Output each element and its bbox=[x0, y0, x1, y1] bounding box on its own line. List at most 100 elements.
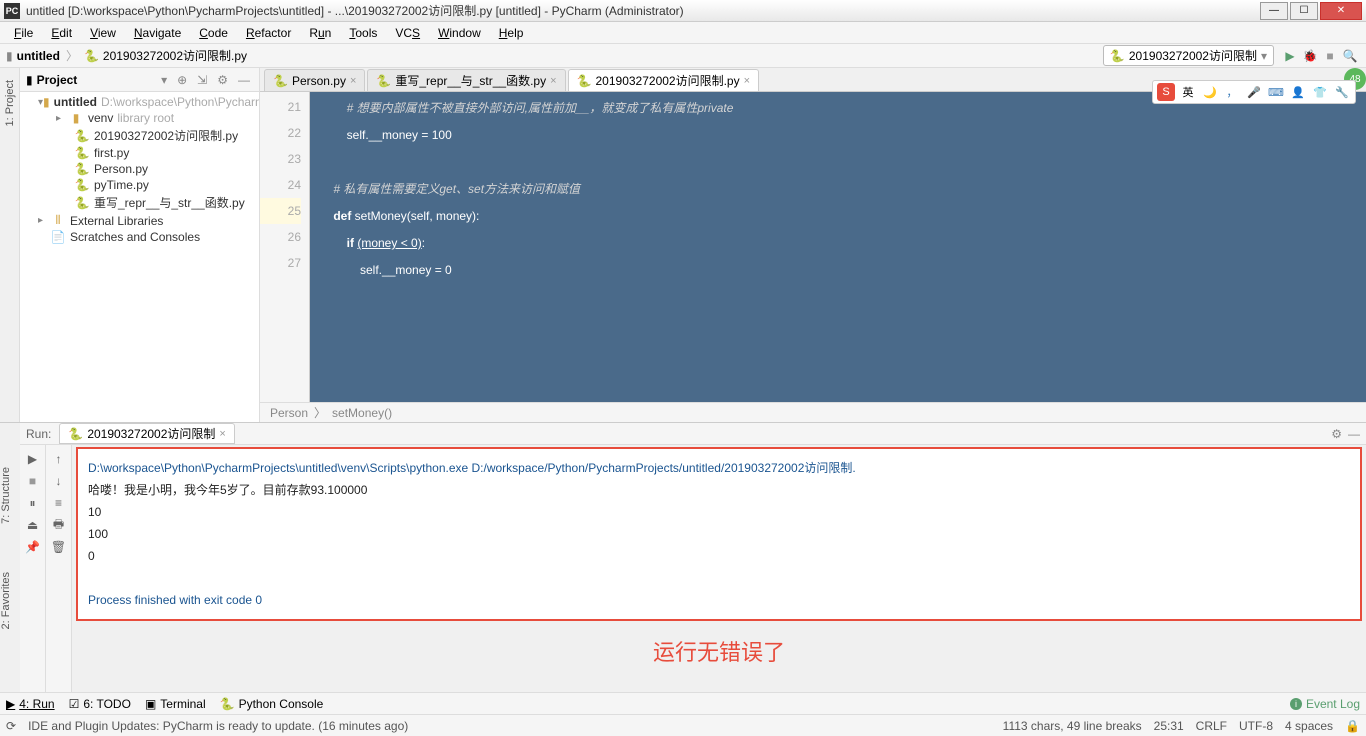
status-line-sep[interactable]: CRLF bbox=[1196, 719, 1227, 733]
console-line: 100 bbox=[88, 523, 1350, 545]
ime-mic-icon[interactable]: 🎤 bbox=[1245, 83, 1263, 101]
debug-button[interactable]: 🐞 bbox=[1300, 46, 1320, 66]
menu-tools[interactable]: Tools bbox=[341, 24, 385, 42]
hide-icon[interactable]: — bbox=[235, 73, 253, 87]
close-icon[interactable]: × bbox=[550, 75, 556, 87]
ime-tool-icon[interactable]: 🔧 bbox=[1333, 83, 1351, 101]
breadcrumb-item[interactable]: setMoney() bbox=[332, 406, 392, 420]
status-encoding[interactable]: UTF-8 bbox=[1239, 719, 1273, 733]
nav-project[interactable]: untitled bbox=[17, 49, 60, 63]
ime-lang[interactable]: 英 bbox=[1179, 83, 1197, 101]
rail-structure[interactable]: 7: Structure bbox=[0, 463, 12, 528]
tree-scratches[interactable]: 📄 Scratches and Consoles bbox=[20, 229, 259, 245]
wrap-button[interactable]: ≡ bbox=[49, 493, 69, 513]
tab-todo[interactable]: ☑6: TODO bbox=[69, 697, 131, 711]
nav-file[interactable]: 201903272002访问限制.py bbox=[103, 47, 247, 64]
ime-toolbar[interactable]: S 英 🌙 ， 🎤 ⌨ 👤 👕 🔧 bbox=[1152, 80, 1356, 104]
status-update-icon[interactable]: ⟳ bbox=[6, 719, 16, 733]
print-button[interactable]: 🖶 bbox=[49, 515, 69, 535]
tab-terminal[interactable]: ▣Terminal bbox=[145, 697, 206, 711]
folder-icon: ▮ bbox=[68, 111, 84, 125]
event-log[interactable]: iEvent Log bbox=[1290, 697, 1360, 711]
ime-shirt-icon[interactable]: 👕 bbox=[1311, 83, 1329, 101]
scratch-icon: 📄 bbox=[50, 230, 66, 244]
stop-button[interactable]: ■ bbox=[23, 471, 43, 491]
console-output[interactable]: D:\workspace\Python\PycharmProjects\unti… bbox=[76, 447, 1362, 621]
tab-python-console[interactable]: 🐍Python Console bbox=[220, 697, 324, 711]
hide-icon[interactable]: — bbox=[1348, 427, 1360, 441]
python-file-icon: 🐍 bbox=[376, 74, 391, 88]
collapse-icon[interactable]: ⇲ bbox=[194, 73, 210, 87]
gear-icon[interactable]: ⚙ bbox=[214, 73, 231, 87]
status-lock-icon[interactable]: 🔒 bbox=[1345, 719, 1360, 733]
ime-moon-icon[interactable]: 🌙 bbox=[1201, 83, 1219, 101]
tree-venv[interactable]: ▸ ▮ venv library root bbox=[20, 110, 259, 126]
close-icon[interactable]: × bbox=[744, 75, 750, 87]
editor-tab-active[interactable]: 🐍201903272002访问限制.py× bbox=[568, 69, 760, 91]
up-button[interactable]: ↑ bbox=[49, 449, 69, 469]
menu-code[interactable]: Code bbox=[191, 24, 236, 42]
code-content[interactable]: # 想要内部属性不被直接外部访问,属性前加__，就变成了私有属性private … bbox=[310, 92, 1366, 402]
menu-file[interactable]: File bbox=[6, 24, 41, 42]
folder-icon: ▮ bbox=[6, 49, 13, 63]
pin-button[interactable]: 📌 bbox=[23, 537, 43, 557]
titlebar: PC untitled [D:\workspace\Python\Pycharm… bbox=[0, 0, 1366, 22]
tab-run[interactable]: ▶4: Run bbox=[6, 697, 55, 711]
python-file-icon: 🐍 bbox=[74, 129, 90, 143]
run-toolbar-left: ▶ ■ ⏸ ⏏ 📌 bbox=[20, 445, 46, 692]
tree-file[interactable]: 🐍Person.py bbox=[20, 161, 259, 177]
down-button[interactable]: ↓ bbox=[49, 471, 69, 491]
target-icon[interactable]: ⊕ bbox=[174, 73, 190, 87]
menu-view[interactable]: View bbox=[82, 24, 124, 42]
menu-navigate[interactable]: Navigate bbox=[126, 24, 189, 42]
tree-root[interactable]: ▾ ▮ untitled D:\workspace\Python\Pycharm… bbox=[20, 94, 259, 110]
minimize-button[interactable]: — bbox=[1260, 2, 1288, 20]
ime-punct-icon[interactable]: ， bbox=[1223, 83, 1241, 101]
project-title: Project bbox=[37, 73, 154, 87]
console-line: 0 bbox=[88, 545, 1350, 567]
stop-button[interactable]: ■ bbox=[1320, 46, 1340, 66]
gear-icon[interactable]: ⚙ bbox=[1331, 427, 1342, 441]
breadcrumb-item[interactable]: Person bbox=[270, 406, 308, 420]
run-tab-active[interactable]: 🐍 201903272002访问限制 × bbox=[59, 423, 234, 444]
project-icon: ▮ bbox=[26, 73, 33, 87]
rerun-button[interactable]: ▶ bbox=[23, 449, 43, 469]
chevron-down-icon[interactable]: ▾ bbox=[158, 73, 170, 87]
ime-person-icon[interactable]: 👤 bbox=[1289, 83, 1307, 101]
pause-button[interactable]: ⏸ bbox=[23, 493, 43, 513]
menu-edit[interactable]: Edit bbox=[43, 24, 80, 42]
tree-file[interactable]: 🐍first.py bbox=[20, 145, 259, 161]
run-button[interactable]: ▶ bbox=[1280, 46, 1300, 66]
tree-file[interactable]: 🐍201903272002访问限制.py bbox=[20, 126, 259, 145]
menu-help[interactable]: Help bbox=[491, 24, 532, 42]
close-button[interactable]: ✕ bbox=[1320, 2, 1362, 20]
menu-vcs[interactable]: VCS bbox=[387, 24, 428, 42]
rail-favorites[interactable]: 2: Favorites bbox=[0, 568, 12, 633]
ime-keyboard-icon[interactable]: ⌨ bbox=[1267, 83, 1285, 101]
menu-refactor[interactable]: Refactor bbox=[238, 24, 299, 42]
close-icon[interactable]: × bbox=[350, 75, 356, 87]
tree-file[interactable]: 🐍pyTime.py bbox=[20, 177, 259, 193]
menu-window[interactable]: Window bbox=[430, 24, 489, 42]
tree-ext-lib[interactable]: ▸ ⫴ External Libraries bbox=[20, 212, 259, 229]
search-button[interactable]: 🔍 bbox=[1340, 46, 1360, 66]
maximize-button[interactable]: ☐ bbox=[1290, 2, 1318, 20]
run-tabs: Run: 🐍 201903272002访问限制 × ⚙ — bbox=[20, 423, 1366, 445]
ime-sogou-icon[interactable]: S bbox=[1157, 83, 1175, 101]
editor-tab[interactable]: 🐍重写_repr__与_str__函数.py× bbox=[367, 69, 565, 91]
editor-body[interactable]: 21 22 23 24 25 26 27 # 想要内部属性不被直接外部访问,属性… bbox=[260, 92, 1366, 402]
run-config-selector[interactable]: 🐍 201903272002访问限制 ▾ bbox=[1103, 45, 1274, 66]
trash-button[interactable]: 🗑 bbox=[49, 537, 69, 557]
status-chars: 1113 chars, 49 line breaks bbox=[1003, 719, 1142, 733]
annotation-text: 运行无错误了 bbox=[72, 623, 1366, 679]
project-header: ▮ Project ▾ ⊕ ⇲ ⚙ — bbox=[20, 68, 259, 92]
statusbar: ⟳ IDE and Plugin Updates: PyCharm is rea… bbox=[0, 714, 1366, 736]
exit-button[interactable]: ⏏ bbox=[23, 515, 43, 535]
status-indent[interactable]: 4 spaces bbox=[1285, 719, 1333, 733]
rail-project[interactable]: 1: Project bbox=[4, 76, 16, 130]
menu-run[interactable]: Run bbox=[301, 24, 339, 42]
close-icon[interactable]: × bbox=[219, 428, 225, 440]
status-caret-pos[interactable]: 25:31 bbox=[1154, 719, 1184, 733]
editor-tab[interactable]: 🐍Person.py× bbox=[264, 69, 365, 91]
tree-file[interactable]: 🐍重写_repr__与_str__函数.py bbox=[20, 193, 259, 212]
